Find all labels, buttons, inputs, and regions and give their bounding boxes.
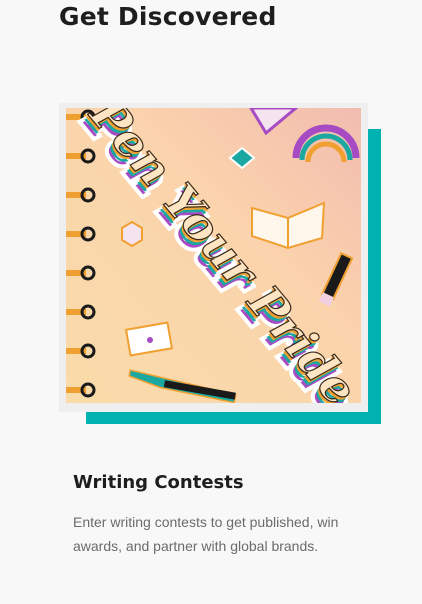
card-description: Enter writing contests to get published,… xyxy=(73,514,339,554)
cube-icon xyxy=(121,220,143,248)
contest-banner-image[interactable]: Pen Your Pride Pen Your Pride Pen Your P… xyxy=(66,108,361,403)
section-title: Get Discovered xyxy=(59,2,277,31)
card-title[interactable]: Writing Contests xyxy=(73,472,244,493)
